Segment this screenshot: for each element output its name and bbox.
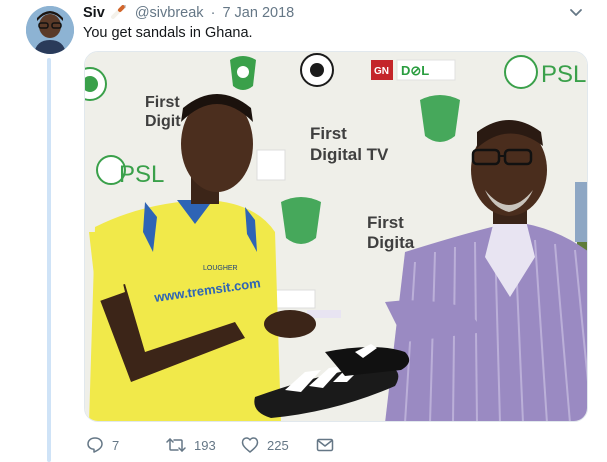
retweet-icon	[166, 438, 186, 452]
like-button[interactable]: 225	[241, 436, 316, 454]
psl-text-2: PSL	[119, 161, 164, 188]
reply-count: 7	[112, 437, 120, 453]
banner-text: First	[145, 94, 180, 111]
cigarette-emoji	[110, 4, 127, 24]
league-emblem	[281, 197, 321, 244]
author-handle[interactable]: @sivbreak	[135, 5, 204, 21]
author-name[interactable]: Siv	[83, 5, 105, 21]
reply-icon	[87, 437, 103, 453]
handshake	[264, 310, 316, 338]
tweet: Siv @sivbreak · 7 Jan 2018 You get sanda…	[0, 0, 607, 462]
retweet-count: 193	[194, 437, 216, 453]
direct-message-button[interactable]	[316, 437, 346, 453]
psl-text-1: PSL	[541, 61, 586, 88]
psl-logo-right: PSL	[504, 55, 586, 89]
tweet-text: You get sandals in Ghana.	[83, 25, 253, 41]
heart-icon	[241, 437, 259, 453]
chevron-down-icon[interactable]	[568, 6, 584, 18]
banner-text: Digita	[367, 233, 415, 252]
tweet-actions: 7 193 225	[86, 434, 346, 456]
like-count: 225	[267, 437, 289, 453]
envelope-icon	[316, 438, 334, 452]
retweet-button[interactable]: 193	[166, 436, 241, 454]
banner-text: Digit	[145, 113, 181, 130]
gn-text: GN	[374, 66, 389, 77]
jersey-brand: LOUGHER	[203, 265, 238, 272]
banner-text: First	[367, 213, 404, 232]
tweet-date[interactable]: 7 Jan 2018	[222, 5, 294, 21]
tweet-photo[interactable]: GN D⊘L PSL First Digit First Digital TV …	[84, 51, 588, 422]
football-logo	[300, 53, 334, 87]
reply-button[interactable]: 7	[86, 436, 166, 454]
league-emblem	[230, 56, 256, 90]
league-emblem	[420, 95, 460, 142]
banner-text: First	[310, 124, 347, 143]
tweet-header: Siv @sivbreak · 7 Jan 2018	[83, 4, 294, 22]
psl-logo-mid: PSL	[96, 155, 164, 188]
dol-text: D⊘L	[401, 63, 429, 78]
banner-text: Digital TV	[310, 145, 389, 164]
gn-logo: GN	[371, 60, 393, 80]
dol-logo: D⊘L	[396, 59, 456, 81]
header-separator: ·	[210, 5, 216, 21]
user-avatar[interactable]	[26, 6, 74, 54]
thread-line	[47, 58, 51, 462]
